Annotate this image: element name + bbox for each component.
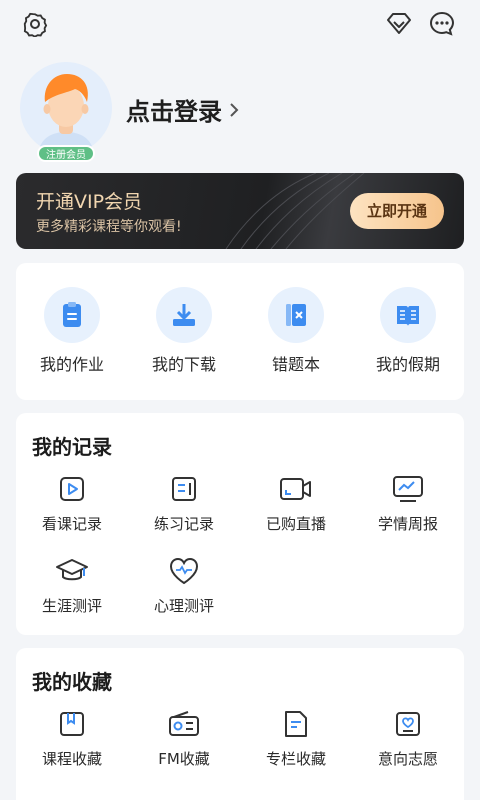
download-icon — [156, 287, 212, 343]
record-purchased-live[interactable]: 已购直播 — [240, 471, 352, 534]
records-card: 我的记录 看课记录 练习记录 已购直播 学情周报 生涯测评 心理测评 — [16, 413, 464, 635]
record-label: 看课记录 — [41, 515, 102, 533]
fav-courses[interactable]: 课程收藏 — [16, 706, 128, 769]
fav-fm[interactable]: FM收藏 — [128, 706, 240, 769]
vip-banner[interactable]: 开通VIP会员 更多精彩课程等你观看! 立即开通 — [16, 173, 464, 249]
report-icon — [388, 471, 428, 507]
fav-label: 意向志愿 — [377, 750, 438, 768]
favorites-card: 我的收藏 课程收藏 FM收藏 专栏收藏 意向志愿 — [16, 648, 464, 800]
quick-downloads[interactable]: 我的下载 — [128, 287, 240, 375]
play-video-icon — [52, 471, 92, 507]
quick-label: 我的假期 — [375, 355, 440, 374]
quick-label: 错题本 — [271, 355, 320, 374]
top-bar — [0, 0, 480, 48]
profile-header: 注册会员 点击登录 — [0, 58, 480, 162]
banner-decoration — [225, 173, 365, 249]
settings-icon[interactable] — [20, 9, 50, 39]
fav-label: 课程收藏 — [41, 750, 102, 768]
record-watch-history[interactable]: 看课记录 — [16, 471, 128, 534]
camera-icon — [276, 471, 316, 507]
record-label: 生涯测评 — [41, 597, 102, 615]
quick-holiday[interactable]: 我的假期 — [352, 287, 464, 375]
login-text: 点击登录 — [126, 98, 222, 126]
record-weekly-report[interactable]: 学情周报 — [352, 471, 464, 534]
holiday-book-icon — [380, 287, 436, 343]
quick-label: 我的作业 — [39, 355, 104, 374]
record-label: 已购直播 — [265, 515, 326, 533]
fav-columns[interactable]: 专栏收藏 — [240, 706, 352, 769]
record-practice[interactable]: 练习记录 — [128, 471, 240, 534]
vip-title: 开通VIP会员 — [36, 191, 143, 213]
record-label: 心理测评 — [153, 597, 214, 615]
vip-open-button[interactable]: 立即开通 — [350, 193, 444, 229]
bookmark-icon — [52, 706, 92, 742]
record-career-assessment[interactable]: 生涯测评 — [16, 553, 128, 616]
record-label: 学情周报 — [377, 515, 438, 533]
clipboard-icon — [44, 287, 100, 343]
quick-wrong-book[interactable]: 错题本 — [240, 287, 352, 375]
wrong-book-icon — [268, 287, 324, 343]
heart-pulse-icon — [164, 553, 204, 589]
member-badge: 注册会员 — [37, 145, 95, 162]
login-link[interactable]: 点击登录 — [126, 92, 240, 127]
fav-label: FM收藏 — [158, 750, 210, 768]
graduation-cap-icon — [52, 553, 92, 589]
heart-card-icon — [388, 706, 428, 742]
message-icon[interactable] — [427, 9, 457, 39]
record-mental-assessment[interactable]: 心理测评 — [128, 553, 240, 616]
quick-actions-card: 我的作业 我的下载 错题本 我的假期 — [16, 263, 464, 400]
practice-icon — [164, 471, 204, 507]
quick-label: 我的下载 — [151, 355, 216, 374]
record-label: 练习记录 — [153, 515, 214, 533]
vip-subtitle: 更多精彩课程等你观看! — [36, 219, 182, 235]
avatar[interactable] — [20, 62, 112, 154]
section-title: 我的收藏 — [32, 670, 112, 694]
quick-homework[interactable]: 我的作业 — [16, 287, 128, 375]
chevron-right-icon — [230, 102, 239, 117]
section-title: 我的记录 — [32, 435, 112, 459]
fav-label: 专栏收藏 — [265, 750, 326, 768]
radio-icon — [164, 706, 204, 742]
diamond-icon[interactable] — [384, 9, 414, 39]
fav-intended-choices[interactable]: 意向志愿 — [352, 706, 464, 769]
column-icon — [276, 706, 316, 742]
